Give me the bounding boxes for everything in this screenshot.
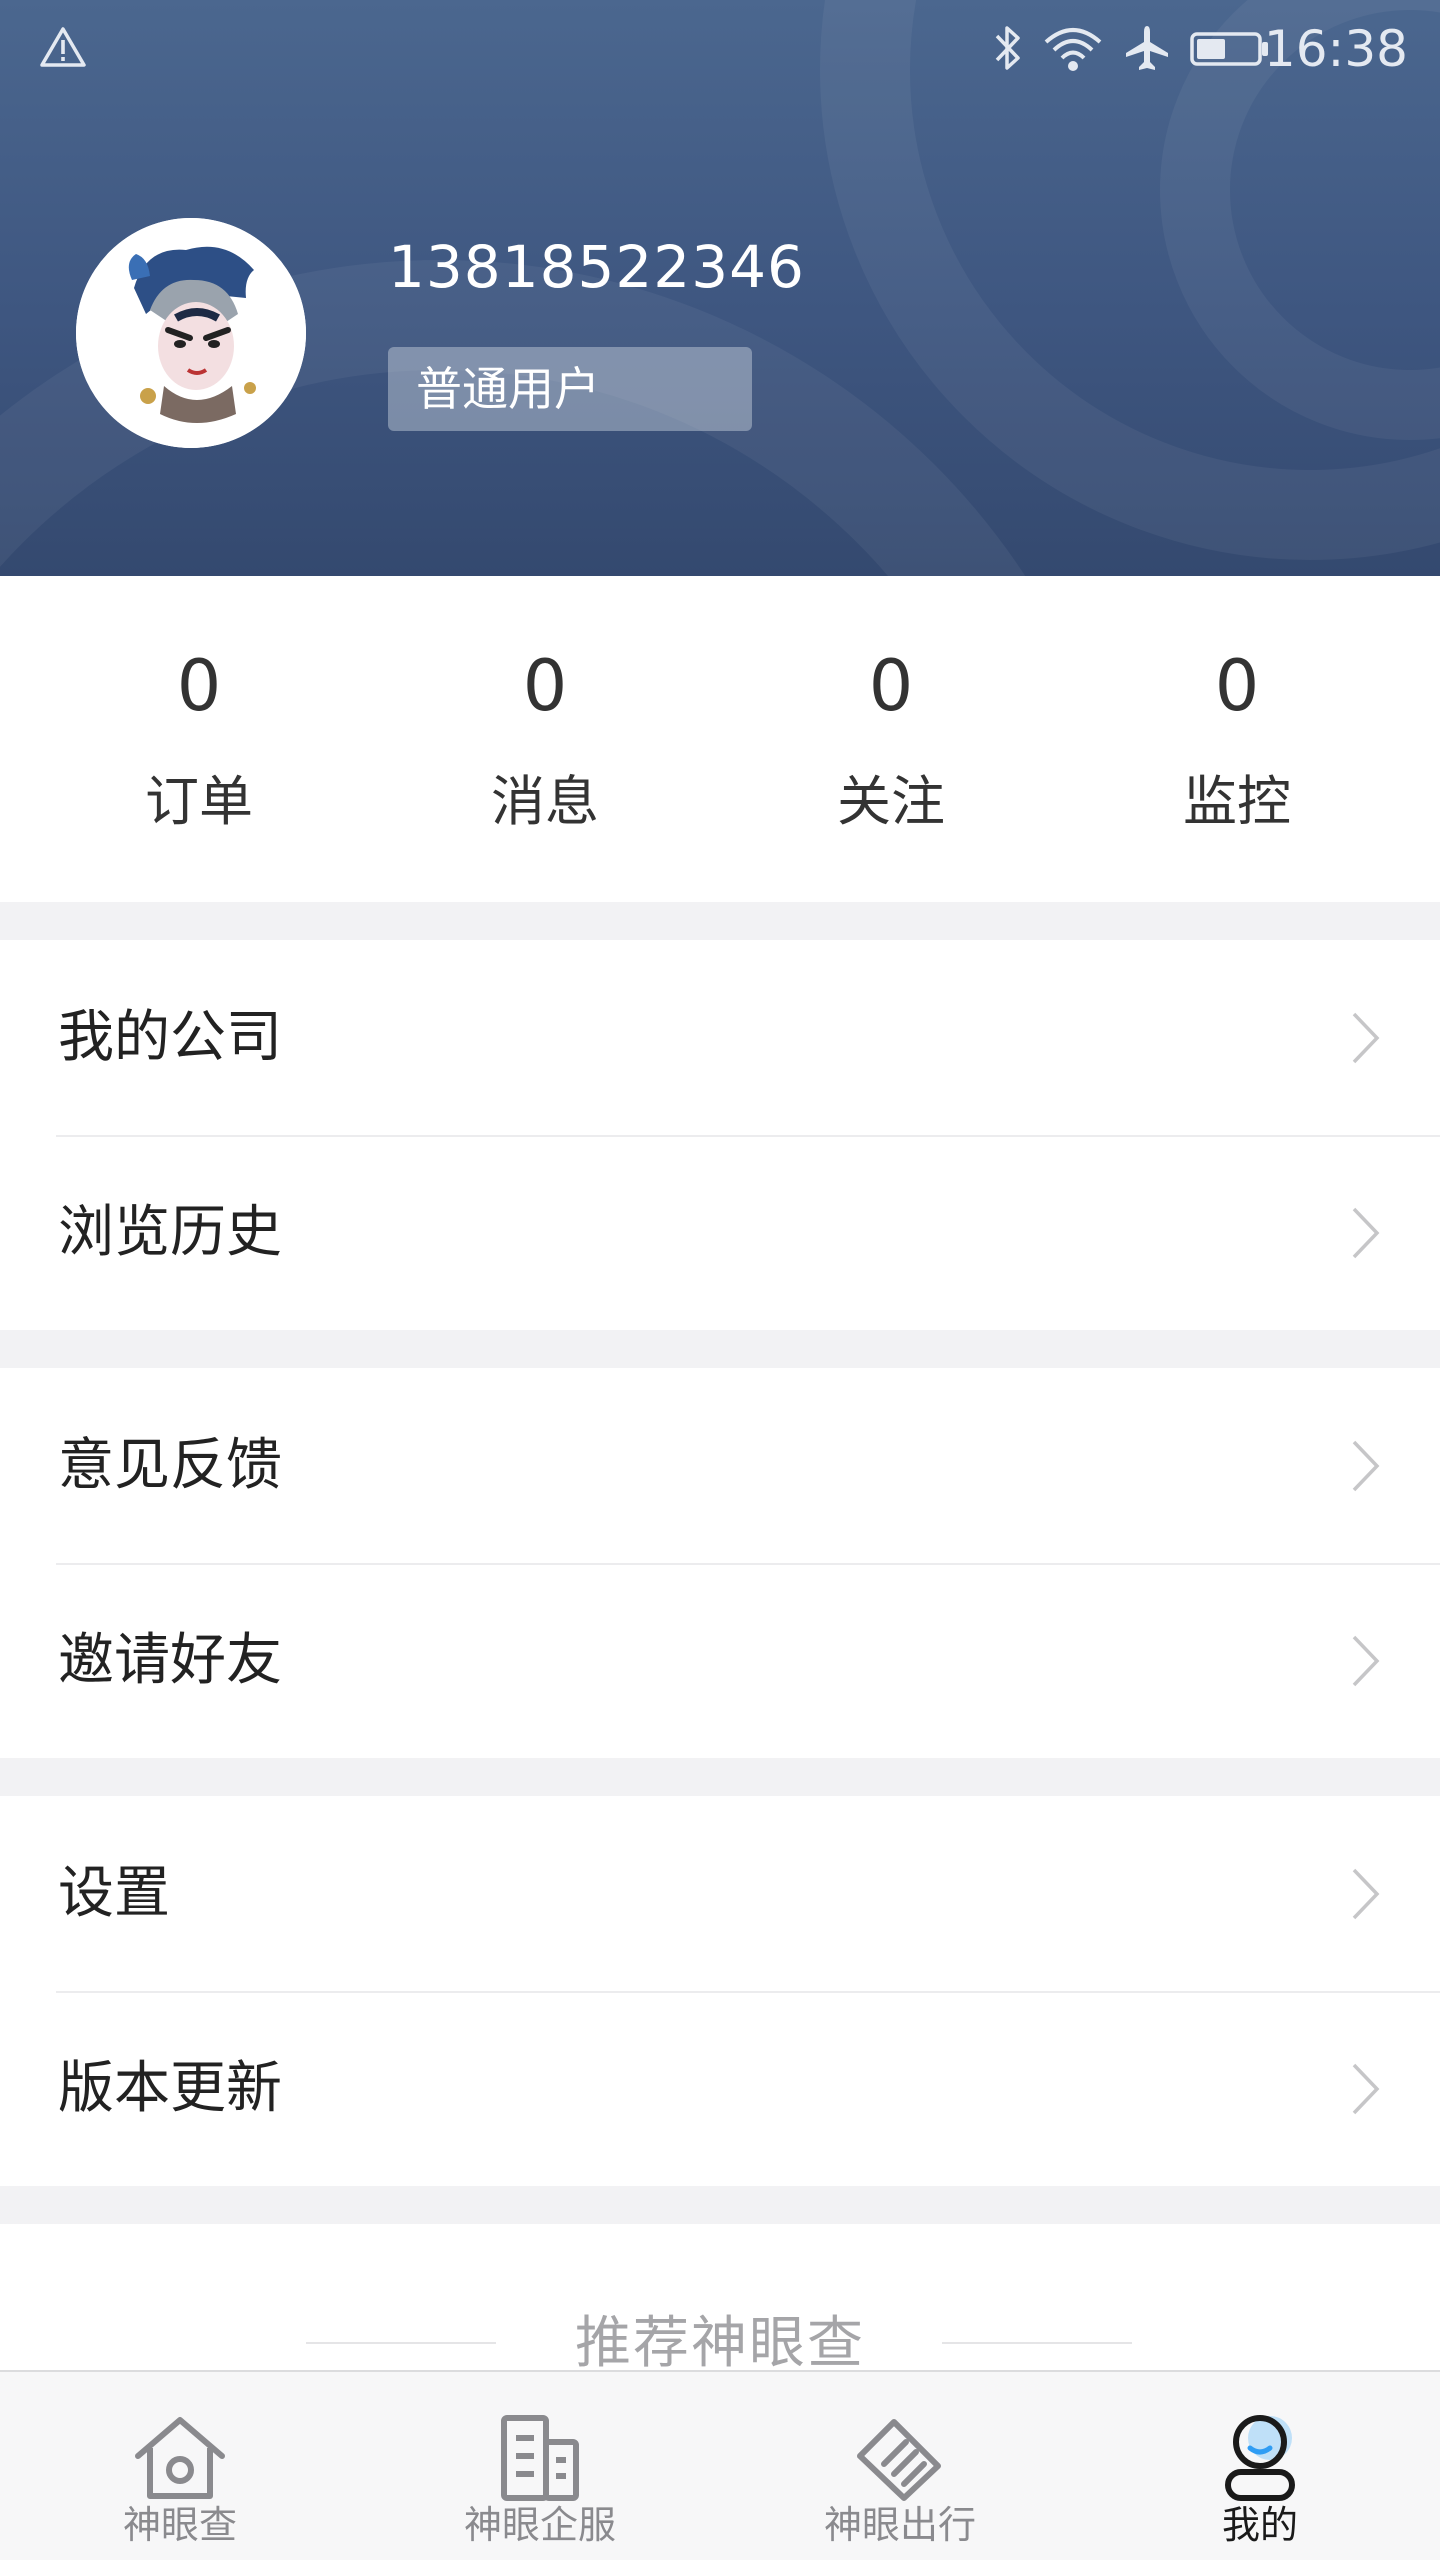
menu-item-history[interactable]: 浏览历史 bbox=[0, 1135, 1440, 1330]
stat-value: 0 bbox=[176, 645, 222, 727]
bottom-tab-bar: 神眼查 神眼企服 神眼出行 我的 bbox=[0, 2370, 1440, 2560]
warning-icon bbox=[40, 27, 86, 67]
tab-label: 神眼查 bbox=[122, 2503, 237, 2547]
stat-following[interactable]: 0 关注 bbox=[718, 576, 1064, 902]
stat-value: 0 bbox=[1214, 645, 1260, 727]
menu-item-invite[interactable]: 邀请好友 bbox=[0, 1563, 1440, 1758]
divider bbox=[942, 2342, 1132, 2344]
tab-enterprise[interactable]: 神眼企服 bbox=[360, 2372, 720, 2560]
status-bar: 16:38 bbox=[0, 0, 1440, 96]
chevron-right-icon bbox=[1352, 1635, 1380, 1687]
menu-item-feedback[interactable]: 意见反馈 bbox=[0, 1368, 1440, 1563]
bluetooth-icon bbox=[995, 26, 1020, 70]
avatar-image bbox=[76, 218, 306, 448]
home-icon bbox=[135, 2417, 225, 2499]
menu-item-label: 邀请好友 bbox=[58, 1628, 282, 1693]
menu-item-label: 意见反馈 bbox=[58, 1433, 282, 1498]
stat-orders[interactable]: 0 订单 bbox=[26, 576, 372, 902]
stat-label: 监控 bbox=[1183, 770, 1291, 833]
chevron-right-icon bbox=[1352, 1012, 1380, 1064]
tab-label: 我的 bbox=[1221, 2503, 1298, 2547]
menu-group-company: 我的公司 浏览历史 bbox=[0, 940, 1440, 1330]
stat-label: 订单 bbox=[145, 770, 253, 833]
system-icons bbox=[992, 20, 1270, 76]
chevron-right-icon bbox=[1352, 1440, 1380, 1492]
phone-number: 13818522346 bbox=[388, 233, 805, 301]
profile-header: 16:38 13818522346 普通用户 bbox=[0, 0, 1440, 576]
menu-group-settings: 设置 版本更新 bbox=[0, 1796, 1440, 2186]
stat-value: 0 bbox=[522, 645, 568, 727]
menu-item-label: 我的公司 bbox=[58, 1005, 282, 1070]
menu-item-label: 浏览历史 bbox=[58, 1200, 282, 1265]
chevron-right-icon bbox=[1352, 1207, 1380, 1259]
tab-home[interactable]: 神眼查 bbox=[0, 2372, 360, 2560]
stat-value: 0 bbox=[868, 645, 914, 727]
clock: 16:38 bbox=[1263, 20, 1408, 78]
chevron-right-icon bbox=[1352, 2063, 1380, 2115]
stat-messages[interactable]: 0 消息 bbox=[372, 576, 718, 902]
tab-label: 神眼出行 bbox=[823, 2503, 976, 2547]
avatar[interactable] bbox=[76, 218, 306, 448]
airplane-mode-icon bbox=[1126, 26, 1168, 70]
menu-item-version-update[interactable]: 版本更新 bbox=[0, 1991, 1440, 2186]
tab-label: 神眼企服 bbox=[463, 2503, 616, 2547]
handshake-icon bbox=[857, 2419, 941, 2501]
tab-travel[interactable]: 神眼出行 bbox=[720, 2372, 1080, 2560]
stat-label: 关注 bbox=[837, 770, 945, 833]
menu-group-social: 意见反馈 邀请好友 bbox=[0, 1368, 1440, 1758]
stat-monitor[interactable]: 0 监控 bbox=[1064, 576, 1410, 902]
profile-icon bbox=[1225, 2415, 1295, 2501]
stats-row: 0 订单 0 消息 0 关注 0 监控 bbox=[0, 576, 1440, 902]
building-icon bbox=[501, 2415, 579, 2501]
menu-item-label: 设置 bbox=[58, 1861, 170, 1926]
menu-item-settings[interactable]: 设置 bbox=[0, 1796, 1440, 1991]
menu-item-label: 版本更新 bbox=[58, 2056, 282, 2121]
tab-mine[interactable]: 我的 bbox=[1080, 2372, 1440, 2560]
menu-item-my-company[interactable]: 我的公司 bbox=[0, 940, 1440, 1135]
user-level-badge: 普通用户 bbox=[388, 347, 752, 431]
chevron-right-icon bbox=[1352, 1868, 1380, 1920]
stat-label: 消息 bbox=[491, 770, 599, 833]
wifi-icon bbox=[1044, 28, 1102, 71]
battery-icon bbox=[1190, 32, 1268, 66]
